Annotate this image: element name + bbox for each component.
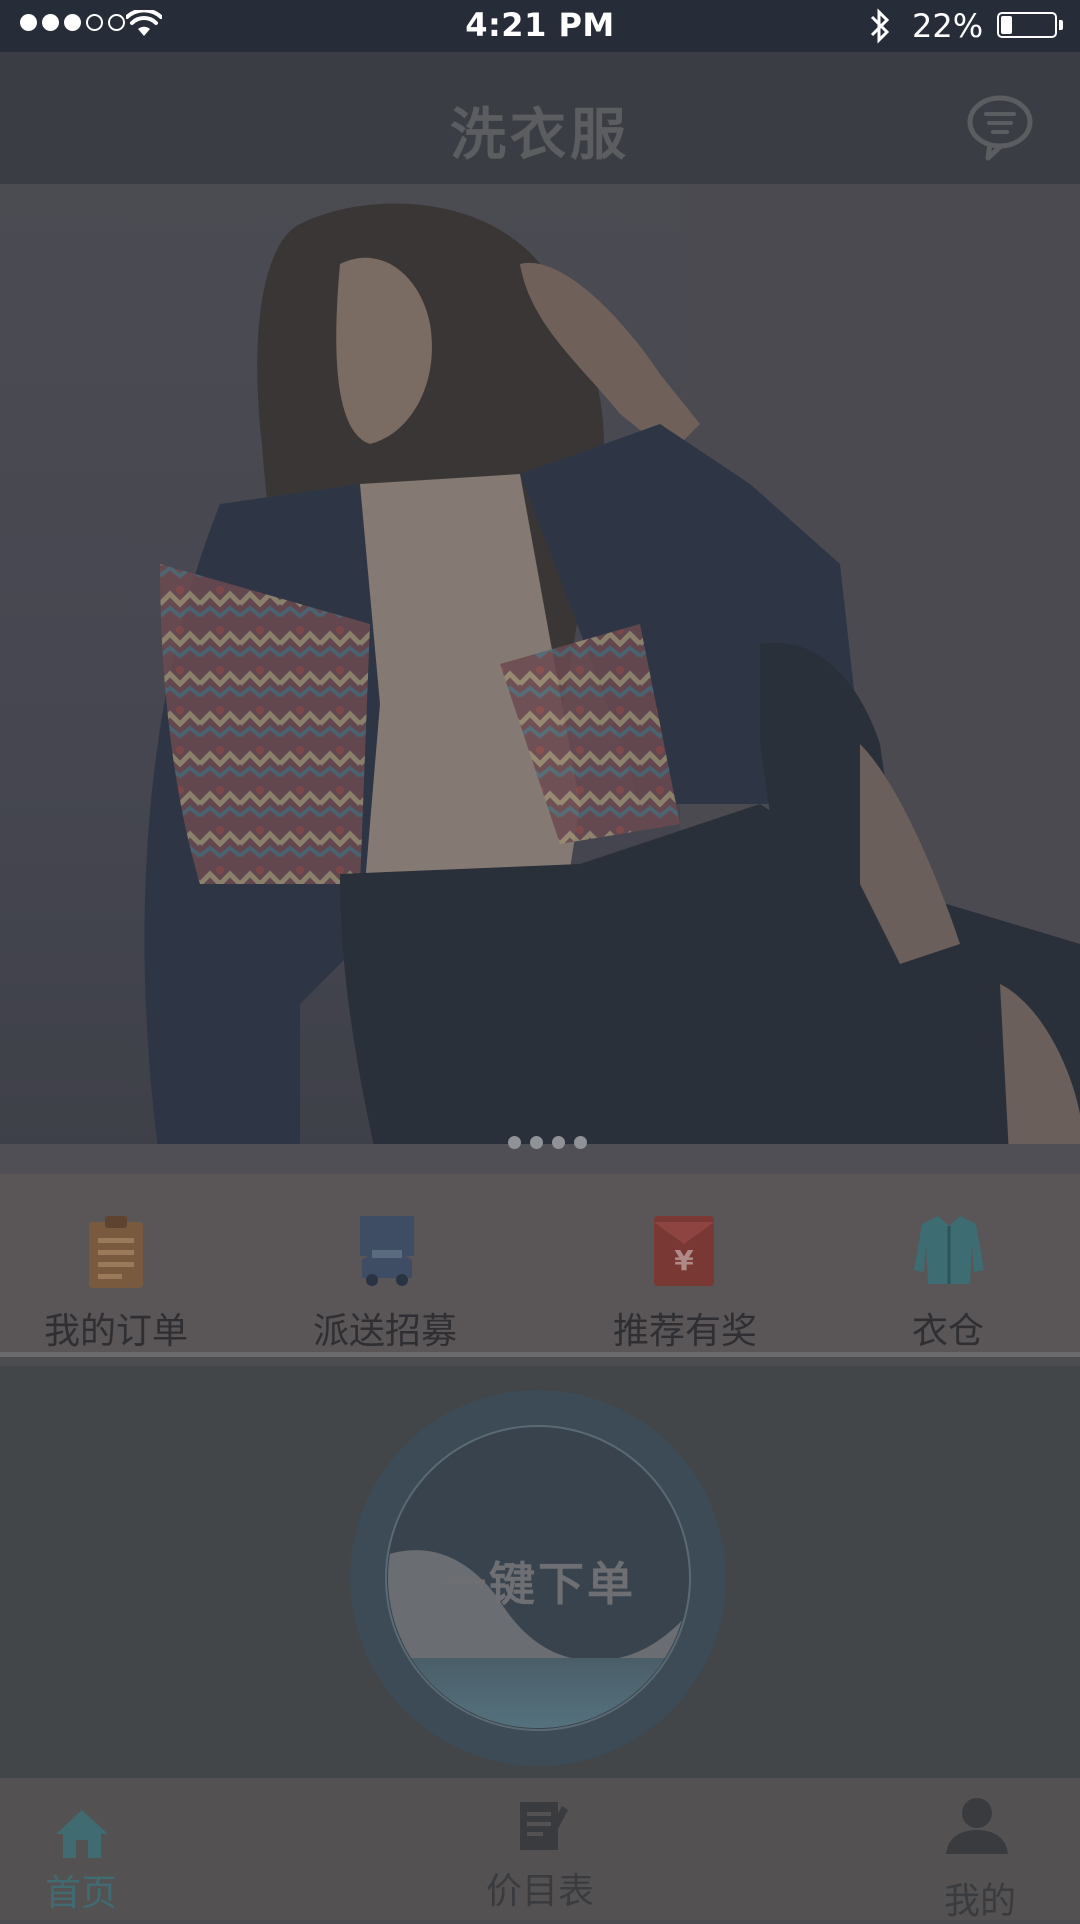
chat-bubble-icon[interactable] [962,92,1038,162]
page-title: 洗衣服 [450,103,630,168]
tab-home[interactable]: 首页 [0,1778,162,1920]
battery-percent: 22% [912,7,984,45]
tab-label: 首页 [44,1873,117,1914]
clipboard-icon [89,1216,143,1288]
svg-text:¥: ¥ [674,1244,694,1277]
quick-menu: 我的订单 派送招募 ¥ 推荐有奖 衣仓 [0,1174,1080,1352]
tab-label: 价目表 [485,1871,594,1912]
menu-delivery-recruit[interactable]: 派送招募 [270,1174,500,1352]
delivery-truck-icon [360,1216,414,1286]
menu-label: 推荐有奖 [612,1311,757,1352]
jacket-icon [914,1216,984,1284]
status-bar: 4:21 PM 22% [0,0,1080,52]
tab-price-list[interactable]: 价目表 [460,1778,620,1920]
tab-profile[interactable]: 我的 [900,1778,1060,1922]
menu-wardrobe[interactable]: 衣仓 [860,1174,1036,1352]
home-icon [56,1810,108,1858]
pager-dot[interactable] [508,1136,521,1149]
nav-bar: 洗衣服 [0,52,1080,184]
battery-icon [997,12,1057,38]
pager-dot[interactable] [530,1136,543,1149]
price-list-icon [520,1802,568,1850]
menu-label: 派送招募 [312,1311,457,1352]
banner-pager[interactable] [508,1136,587,1149]
divider [0,1352,1080,1357]
banner-image[interactable] [0,184,1080,1174]
banner-photo [0,184,1080,1174]
tab-label: 我的 [943,1881,1016,1922]
profile-icon [946,1798,1008,1854]
pager-dot[interactable] [574,1136,587,1149]
menu-label: 我的订单 [43,1311,188,1352]
menu-referral-reward[interactable]: ¥ 推荐有奖 [570,1174,800,1352]
bluetooth-icon [870,8,890,44]
order-label: 一键下单 [440,1557,636,1611]
red-envelope-icon: ¥ [654,1216,714,1286]
pager-dot[interactable] [552,1136,565,1149]
tab-bar: 首页 价目表 我的 [0,1778,1080,1922]
menu-label: 衣仓 [911,1311,984,1352]
menu-my-orders[interactable]: 我的订单 [0,1174,232,1352]
